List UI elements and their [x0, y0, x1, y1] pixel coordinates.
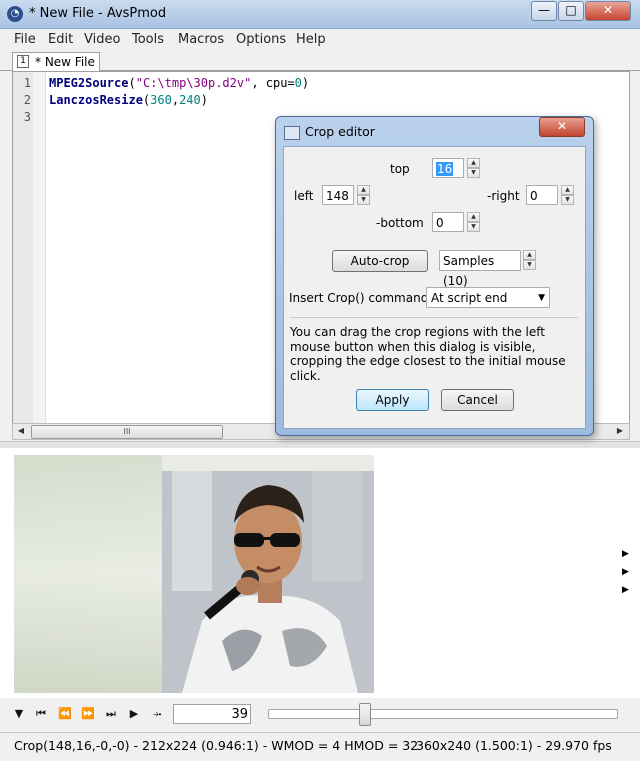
spin-down-icon[interactable]: ▼: [357, 195, 370, 205]
tab-new-file[interactable]: 1 * New File: [12, 52, 100, 71]
toggle-preview-icon[interactable]: ▼: [10, 706, 28, 722]
code-paren: ): [200, 93, 208, 107]
code-comma: ,: [171, 93, 180, 107]
crop-region-top[interactable]: [162, 455, 374, 471]
code-function: MPEG2Source: [49, 76, 129, 90]
singer-photo: [162, 471, 374, 693]
spin-up-icon[interactable]: ▲: [467, 212, 480, 222]
code-line-2: LanczosResize(360,240): [49, 93, 208, 107]
frame-number-input[interactable]: 39: [173, 704, 251, 724]
bottom-spin-buttons[interactable]: ▲ ▼: [467, 212, 480, 232]
spin-up-icon[interactable]: ▲: [357, 185, 370, 195]
code-function: LanczosResize: [49, 93, 143, 107]
code-number: 360: [150, 93, 172, 107]
panel-arrow-icon[interactable]: ▶: [622, 585, 630, 595]
tab-number: 1: [17, 55, 29, 68]
code-paren: ): [301, 76, 310, 90]
title-bar: ◔ * New File - AvsPmod — □ ✕: [0, 0, 640, 29]
panel-arrow-icon[interactable]: ▶: [622, 567, 630, 577]
top-spin-buttons[interactable]: ▲ ▼: [467, 158, 480, 178]
panel-arrow-icon[interactable]: ▶: [622, 549, 630, 559]
left-spin-buttons[interactable]: ▲ ▼: [357, 185, 370, 205]
menu-file[interactable]: File: [14, 32, 36, 47]
apply-button[interactable]: Apply: [356, 389, 429, 411]
code-string: "C:\tmp\30p.d2v": [135, 76, 252, 90]
menu-tools[interactable]: Tools: [132, 32, 164, 47]
crop-region-left[interactable]: [14, 455, 162, 693]
tab-strip: 1 * New File: [0, 50, 640, 71]
help-text: You can drag the crop regions with the l…: [290, 325, 566, 383]
spin-down-icon[interactable]: ▼: [467, 222, 480, 232]
tab-label: * New File: [35, 55, 95, 69]
menu-help[interactable]: Help: [296, 32, 326, 47]
top-label: top: [390, 162, 410, 176]
auto-crop-button[interactable]: Auto-crop: [332, 250, 428, 272]
dialog-body: top 16 ▲ ▼ left 148 ▲ ▼ -right 0 ▲ ▼ -botto…: [283, 146, 586, 429]
right-spin-input[interactable]: 0: [526, 185, 558, 205]
close-button[interactable]: ✕: [585, 1, 631, 21]
top-spin-input[interactable]: 16: [432, 158, 464, 178]
code-line-1: MPEG2Source("C:\tmp\30p.d2v", cpu=0): [49, 76, 309, 90]
dialog-icon: [284, 126, 300, 140]
code-paren: (: [128, 76, 136, 90]
status-crop-info: Crop(148,16,-0,-0) - 212x224 (0.946:1) -…: [14, 738, 419, 753]
divider: [290, 317, 578, 318]
menu-macros[interactable]: Macros: [178, 32, 224, 47]
scroll-left-icon[interactable]: ◀: [14, 425, 28, 437]
fold-margin: [33, 72, 46, 424]
scroll-right-icon[interactable]: ▶: [613, 425, 627, 437]
cropped-video-image: [162, 471, 374, 693]
top-value: 16: [436, 162, 454, 176]
seek-slider-track[interactable]: [268, 709, 618, 719]
next-frame-icon[interactable]: ⏩: [79, 706, 97, 722]
prev-frame-icon[interactable]: ⏪: [56, 706, 74, 722]
left-spin-input[interactable]: 148: [322, 185, 354, 205]
chevron-down-icon: ▼: [538, 293, 545, 303]
line-number: 2: [23, 93, 31, 107]
samples-spin-buttons[interactable]: ▲ ▼: [523, 250, 536, 270]
code-number: 0: [294, 76, 302, 90]
line-number: 1: [23, 76, 31, 90]
spin-down-icon[interactable]: ▼: [523, 260, 536, 270]
spin-up-icon[interactable]: ▲: [467, 158, 480, 168]
code-arg: , cpu=: [251, 76, 295, 90]
goto-frame-icon[interactable]: ⤞: [148, 706, 166, 722]
line-number-gutter: 1 2 3: [13, 72, 33, 424]
window-title: * New File - AvsPmod: [29, 6, 167, 21]
play-icon[interactable]: ▶: [125, 706, 143, 722]
bottom-spin-input[interactable]: 0: [432, 212, 464, 232]
samples-spin-input[interactable]: Samples (10): [439, 250, 521, 288]
last-frame-icon[interactable]: ⏭: [102, 706, 120, 722]
menu-options[interactable]: Options: [236, 32, 286, 47]
dialog-close-button[interactable]: ✕: [539, 117, 585, 137]
status-bar: Crop(148,16,-0,-0) - 212x224 (0.946:1) -…: [0, 732, 640, 761]
right-label: -right: [487, 189, 520, 203]
maximize-button[interactable]: □: [558, 1, 584, 21]
menu-video[interactable]: Video: [84, 32, 120, 47]
cancel-button[interactable]: Cancel: [441, 389, 514, 411]
right-spin-buttons[interactable]: ▲ ▼: [561, 185, 574, 205]
spin-down-icon[interactable]: ▼: [467, 168, 480, 178]
bottom-label: -bottom: [376, 216, 424, 230]
spin-down-icon[interactable]: ▼: [561, 195, 574, 205]
spin-up-icon[interactable]: ▲: [523, 250, 536, 260]
seek-slider-thumb[interactable]: [359, 703, 371, 726]
menu-bar: File Edit Video Tools Macros Options Hel…: [0, 29, 640, 50]
status-video-info: 360x240 (1.500:1) - 29.970 fps: [416, 738, 612, 753]
app-icon: ◔: [7, 6, 23, 22]
code-number: 240: [179, 93, 201, 107]
line-number: 3: [23, 110, 31, 124]
minimize-button[interactable]: —: [531, 1, 557, 21]
insert-crop-select[interactable]: At script end ▼: [426, 287, 550, 308]
scrollbar-thumb[interactable]: III: [31, 425, 223, 439]
insert-crop-value: At script end: [431, 291, 508, 305]
menu-edit[interactable]: Edit: [48, 32, 73, 47]
first-frame-icon[interactable]: ⏮: [32, 706, 50, 722]
playback-bar: ▼ ⏮ ⏪ ⏩ ⏭ ▶ ⤞ 39: [0, 700, 640, 730]
left-label: left: [294, 189, 314, 203]
spin-up-icon[interactable]: ▲: [561, 185, 574, 195]
insert-crop-label: Insert Crop() command:: [289, 291, 433, 305]
dialog-title: Crop editor: [305, 124, 375, 139]
crop-editor-dialog: Crop editor ✕ top 16 ▲ ▼ left 148 ▲ ▼ -rig…: [275, 116, 594, 436]
